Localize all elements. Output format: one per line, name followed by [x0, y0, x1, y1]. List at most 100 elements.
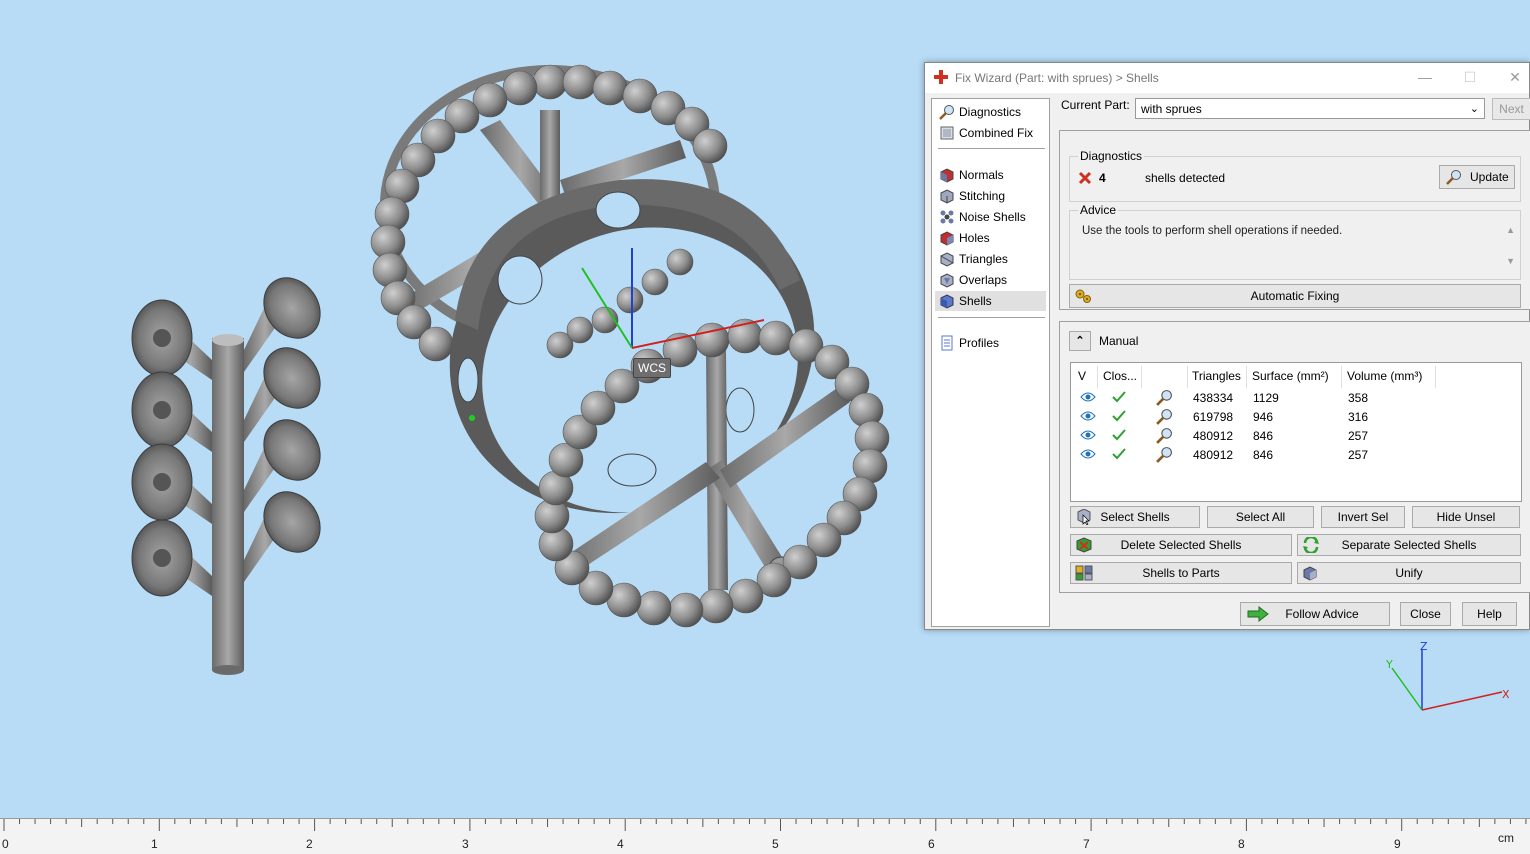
shells-to-parts-icon: [1075, 565, 1093, 581]
nav-label: Triangles: [959, 252, 1008, 266]
triangles-cell: 480912: [1193, 429, 1234, 443]
triangles-cell: 619798: [1193, 410, 1234, 424]
ruler-label: 5: [772, 837, 779, 851]
manual-panel: ⌃ Manual V Clos... Triangles Surface (mm…: [1059, 321, 1530, 593]
nav-label: Stitching: [959, 189, 1006, 203]
volume-cell: 257: [1348, 429, 1369, 443]
overlaps-cube-icon: [940, 273, 954, 288]
close-button[interactable]: Close: [1400, 602, 1451, 626]
surface-cell: 1129: [1253, 391, 1279, 405]
error-x-icon: [1078, 171, 1092, 185]
surface-cell: 846: [1253, 429, 1274, 443]
minimize-button[interactable]: —: [1417, 69, 1433, 85]
shells-table: V Clos... Triangles Surface (mm²) Volume…: [1070, 362, 1522, 502]
column-header-surface[interactable]: Surface (mm²): [1252, 369, 1329, 383]
shell-count: 4: [1099, 171, 1106, 185]
delete-selected-shells-button[interactable]: Delete Selected Shells: [1070, 534, 1292, 556]
fix-wizard-dialog: Fix Wizard (Part: with sprues) > Shells …: [924, 62, 1530, 630]
nav-item-noise-shells[interactable]: Noise Shells: [935, 207, 1046, 227]
ruler-label: 2: [306, 837, 313, 851]
column-divider: [1341, 366, 1342, 388]
next-button[interactable]: Next: [1492, 98, 1530, 120]
title-bar[interactable]: Fix Wizard (Part: with sprues) > Shells …: [925, 63, 1529, 93]
automatic-fixing-button[interactable]: Automatic Fixing: [1069, 284, 1521, 308]
table-row[interactable]: 480912 846 257: [1071, 445, 1521, 464]
nav-label: Normals: [959, 168, 1004, 182]
eye-icon[interactable]: [1080, 448, 1096, 460]
nav-item-profiles[interactable]: Profiles: [935, 333, 1046, 353]
eye-icon[interactable]: [1080, 429, 1096, 441]
ruler-unit: cm: [1498, 831, 1514, 845]
diagnostics-panel: Diagnostics 4 shells detected Update Adv…: [1059, 130, 1530, 310]
sprue-tree-model[interactable]: [131, 267, 332, 675]
ruler-label: 6: [928, 837, 935, 851]
unify-button[interactable]: Unify: [1297, 562, 1521, 584]
follow-advice-button[interactable]: Follow Advice: [1240, 602, 1390, 626]
update-label: Update: [1470, 170, 1509, 184]
zoom-to-shell-icon[interactable]: [1156, 427, 1173, 444]
triangles-cell: 480912: [1193, 448, 1234, 462]
current-part-select[interactable]: with sprues ⌄: [1135, 98, 1485, 119]
table-row[interactable]: 619798 946 316: [1071, 407, 1521, 426]
current-part-label: Current Part:: [1061, 98, 1130, 112]
collapse-button[interactable]: ⌃: [1069, 331, 1091, 351]
ruler-label: 8: [1238, 837, 1245, 851]
zoom-to-shell-icon[interactable]: [1156, 408, 1173, 425]
nav-item-triangles[interactable]: Triangles: [935, 249, 1046, 269]
zoom-to-shell-icon[interactable]: [1156, 389, 1173, 406]
nav-label: Combined Fix: [959, 126, 1034, 140]
nav-item-combined-fix[interactable]: Combined Fix: [935, 123, 1046, 143]
select-shells-button[interactable]: Select Shells: [1070, 506, 1200, 528]
nav-item-diagnostics[interactable]: Diagnostics: [935, 102, 1046, 122]
column-header-triangles[interactable]: Triangles: [1192, 369, 1241, 383]
eye-icon[interactable]: [1080, 391, 1096, 403]
nav-item-normals[interactable]: Normals: [935, 165, 1046, 185]
table-row[interactable]: 438334 1129 358: [1071, 388, 1521, 407]
update-button[interactable]: Update: [1439, 165, 1515, 189]
column-header-visible[interactable]: V: [1078, 369, 1086, 383]
maximize-button[interactable]: ☐: [1462, 69, 1478, 85]
nav-item-holes[interactable]: Holes: [935, 228, 1046, 248]
volume-cell: 358: [1348, 391, 1369, 405]
zoom-to-shell-icon[interactable]: [1156, 446, 1173, 463]
magnifier-icon: [939, 105, 954, 120]
nav-item-overlaps[interactable]: Overlaps: [935, 270, 1046, 290]
advice-text: Use the tools to perform shell operation…: [1082, 225, 1343, 237]
select-cursor-icon: [1077, 509, 1091, 525]
column-divider: [1246, 366, 1247, 388]
help-button[interactable]: Help: [1462, 602, 1517, 626]
nav-label: Noise Shells: [959, 210, 1026, 224]
scroll-down-icon[interactable]: ▼: [1506, 256, 1515, 266]
noise-shells-icon: [940, 210, 954, 224]
invert-selection-button[interactable]: Invert Sel: [1321, 506, 1405, 528]
hide-unselected-button[interactable]: Hide Unsel: [1412, 506, 1520, 528]
profiles-document-icon: [941, 335, 953, 351]
advice-group: Advice Use the tools to perform shell op…: [1069, 203, 1521, 280]
chevron-down-icon: ⌄: [1469, 103, 1479, 115]
select-all-button[interactable]: Select All: [1207, 506, 1314, 528]
triangles-cell: 438334: [1193, 391, 1234, 405]
scroll-up-icon[interactable]: ▲: [1506, 225, 1515, 235]
current-part-value: with sprues: [1141, 102, 1202, 116]
eye-icon[interactable]: [1080, 410, 1096, 422]
ruler-label: 1: [151, 837, 158, 851]
dialog-title: Fix Wizard (Part: with sprues) > Shells: [955, 71, 1159, 85]
nav-divider: [938, 148, 1045, 149]
check-icon: [1112, 410, 1126, 422]
shells-to-parts-button[interactable]: Shells to Parts: [1070, 562, 1292, 584]
shells-to-parts-label: Shells to Parts: [1142, 566, 1220, 580]
column-divider: [1097, 366, 1098, 388]
z-axis-label: Z: [1420, 640, 1428, 653]
close-window-button[interactable]: ✕: [1507, 69, 1523, 85]
nav-item-stitching[interactable]: Stitching: [935, 186, 1046, 206]
nav-item-shells[interactable]: Shells: [935, 291, 1046, 311]
ruler-label: 3: [462, 837, 469, 851]
ruler-label: 7: [1083, 837, 1090, 851]
column-header-closed[interactable]: Clos...: [1103, 369, 1137, 383]
separate-selected-shells-button[interactable]: Separate Selected Shells: [1297, 534, 1521, 556]
check-icon: [1112, 429, 1126, 441]
app-cross-icon: [934, 70, 948, 84]
column-header-volume[interactable]: Volume (mm³): [1347, 369, 1422, 383]
unify-icon: [1303, 566, 1317, 581]
table-row[interactable]: 480912 846 257: [1071, 426, 1521, 445]
